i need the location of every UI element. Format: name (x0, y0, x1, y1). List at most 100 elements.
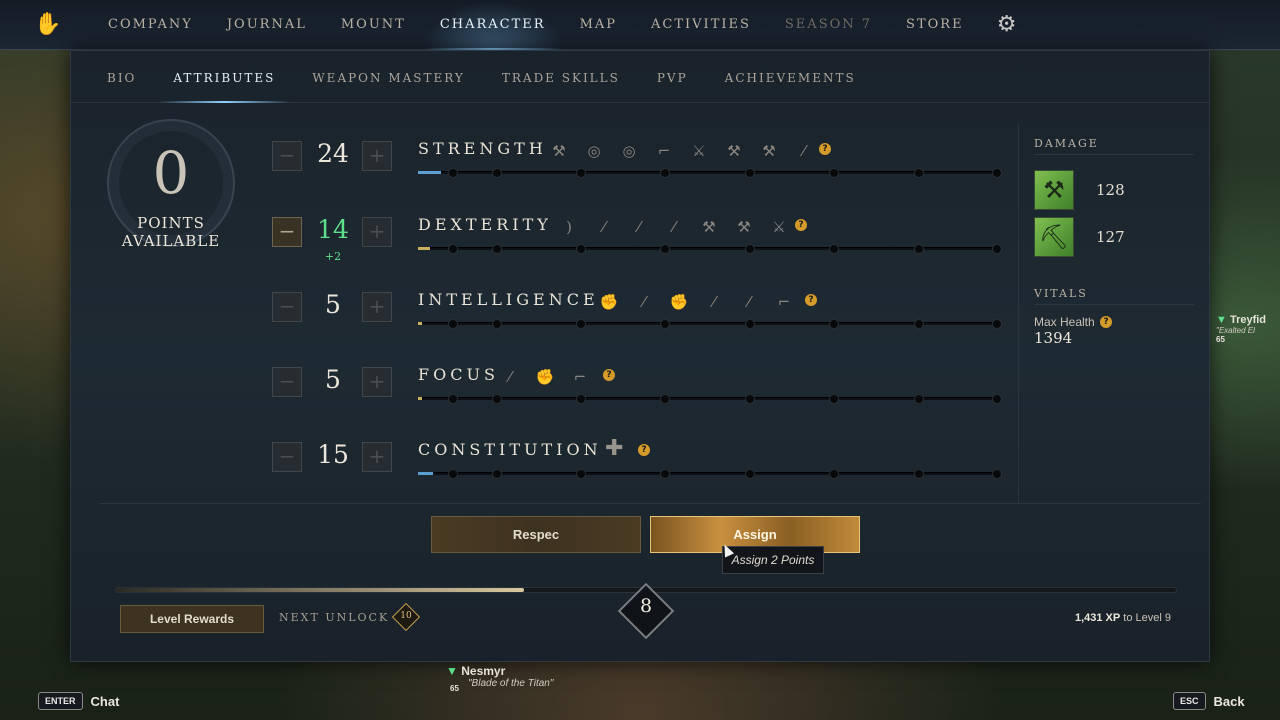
nav-character[interactable]: CHARACTER (422, 0, 563, 50)
life-staff-icon: ⁄ (508, 368, 512, 386)
faction-icon: ▼ (1216, 314, 1227, 326)
settings-gear-icon[interactable]: ⚙ (995, 12, 1019, 37)
milestone-dot (660, 469, 671, 479)
bow-icon: ) (566, 218, 572, 236)
tab-achievements[interactable]: ACHIEVEMENTS (711, 51, 879, 103)
constitution-progress-track (418, 469, 1003, 479)
hatchet-icon: ⚒ (762, 142, 776, 160)
tab-weapon-mastery[interactable]: WEAPON MASTERY (298, 51, 488, 103)
focus-minus-button[interactable]: − (272, 367, 302, 397)
milestone-dot (491, 469, 502, 479)
milestone-dot (575, 469, 586, 479)
intelligence-progress-track (418, 319, 1003, 329)
respec-button[interactable]: Respec (431, 516, 641, 553)
blunderbuss-icon: ⌐ (777, 293, 791, 311)
dexterity-weapon-icons: ) ⁄ ⁄ ⁄ ⚒ ⚒ ⚔ (553, 213, 795, 241)
next-unlock-level: 10 (400, 611, 412, 621)
milestone-dot (992, 168, 1003, 178)
tab-pvp[interactable]: PVP (643, 51, 711, 103)
nav-mount[interactable]: MOUNT (324, 0, 423, 50)
nav-season[interactable]: SEASON 7 (768, 0, 889, 50)
milestone-dot (491, 244, 502, 254)
next-unlock-label: NEXT UNLOCK (279, 611, 390, 624)
tab-attributes[interactable]: ATTRIBUTES (159, 51, 298, 103)
milestone-dot (744, 168, 755, 178)
focus-weapon-icons: ⁄ ✊ ⌐ (494, 363, 596, 391)
milestone-dot (660, 319, 671, 329)
stats-summary-column: DAMAGE ⚒ 128 ⛏ 127 VITALS Max Health ? 1… (1018, 123, 1211, 503)
current-level-value: 8 (639, 595, 653, 617)
damage-divider (1034, 154, 1194, 155)
character-subnav: BIO ATTRIBUTES WEAPON MASTERY TRADE SKIL… (71, 51, 1209, 103)
nearby-player-name: Treyfid (1229, 314, 1267, 326)
secondary-weapon-damage: 127 (1096, 228, 1125, 246)
milestone-dot (575, 394, 586, 404)
rapier-icon: ⁄ (602, 218, 606, 236)
strength-plus-button[interactable]: + (362, 141, 392, 171)
tower-shield-icon: ◎ (622, 142, 636, 160)
milestone-dot (575, 319, 586, 329)
greataxe-icon[interactable]: ⚒ (1034, 170, 1074, 210)
intelligence-minus-button[interactable]: − (272, 292, 302, 322)
focus-value: 5 (325, 365, 341, 394)
strength-help-icon[interactable]: ? (819, 143, 831, 155)
milestone-dot (491, 319, 502, 329)
hatchet-icon: ⚒ (702, 218, 716, 236)
void-gauntlet-icon: ✊ (535, 368, 555, 386)
focus-label: FOCUS (418, 365, 499, 384)
points-label-line2: AVAILABLE (121, 232, 221, 250)
chat-label: Chat (90, 693, 120, 709)
axe-icon: ⚒ (737, 218, 751, 236)
nav-map[interactable]: MAP (563, 0, 634, 50)
nav-activities[interactable]: ACTIVITIES (634, 0, 768, 50)
milestone-dot (913, 244, 924, 254)
tab-trade-skills[interactable]: TRADE SKILLS (488, 51, 643, 103)
dexterity-help-icon[interactable]: ? (795, 219, 807, 231)
milestone-dot (744, 244, 755, 254)
level-rewards-button[interactable]: Level Rewards (120, 605, 264, 633)
focus-help-icon[interactable]: ? (603, 369, 615, 381)
assign-tooltip: Assign 2 Points (722, 546, 824, 574)
intelligence-label: INTELLIGENCE (418, 290, 599, 309)
fire-staff-icon: ⁄ (642, 293, 646, 311)
strength-label: STRENGTH (418, 139, 547, 158)
health-cross-icon: ✚ (605, 436, 624, 461)
focus-plus-button[interactable]: + (362, 367, 392, 397)
nav-store[interactable]: STORE (889, 0, 981, 50)
milestone-dot (744, 394, 755, 404)
chat-shortcut[interactable]: ENTER Chat (38, 690, 119, 712)
character-panel: BIO ATTRIBUTES WEAPON MASTERY TRADE SKIL… (70, 50, 1210, 662)
constitution-plus-button[interactable]: + (362, 442, 392, 472)
constitution-minus-button[interactable]: − (272, 442, 302, 472)
milestone-dot (829, 394, 840, 404)
milestone-dot (913, 168, 924, 178)
milestone-dot (660, 394, 671, 404)
dexterity-bonus: +2 (324, 250, 342, 263)
intelligence-plus-button[interactable]: + (362, 292, 392, 322)
focus-progress-track (418, 394, 1003, 404)
ice-gauntlet-icon: ✊ (669, 293, 689, 311)
milestone-dot (829, 244, 840, 254)
back-shortcut[interactable]: ESC Back (1173, 690, 1245, 712)
strength-minus-button[interactable]: − (272, 141, 302, 171)
vitals-heading: VITALS (1034, 287, 1088, 300)
esc-key: ESC (1173, 692, 1206, 710)
nav-company[interactable]: COMPANY (91, 0, 210, 50)
xp-progress-fill (116, 588, 525, 592)
nav-journal[interactable]: JOURNAL (210, 0, 324, 50)
constitution-help-icon[interactable]: ? (638, 444, 650, 456)
game-logo-icon[interactable]: ✋ (31, 8, 65, 42)
pickaxe-icon[interactable]: ⛏ (1034, 217, 1074, 257)
dexterity-minus-button[interactable]: − (272, 217, 302, 247)
strength-weapon-icons: ⚒ ◎ ◎ ⌐ ⚔ ⚒ ⚒ ⁄ (543, 137, 820, 165)
sword-icon: ⚔ (692, 142, 706, 160)
max-health-help-icon[interactable]: ? (1100, 316, 1112, 328)
own-player-name: Nesmyr (461, 664, 506, 678)
tab-bio[interactable]: BIO (93, 51, 159, 103)
nearby-player-tag: ▼ Treyfid "Exalted El 65 (1216, 314, 1266, 344)
dexterity-plus-button[interactable]: + (362, 217, 392, 247)
intelligence-help-icon[interactable]: ? (805, 294, 817, 306)
dexterity-value: 14 (317, 215, 349, 244)
milestone-dot (992, 244, 1003, 254)
warhammer-icon: ⚒ (727, 142, 741, 160)
